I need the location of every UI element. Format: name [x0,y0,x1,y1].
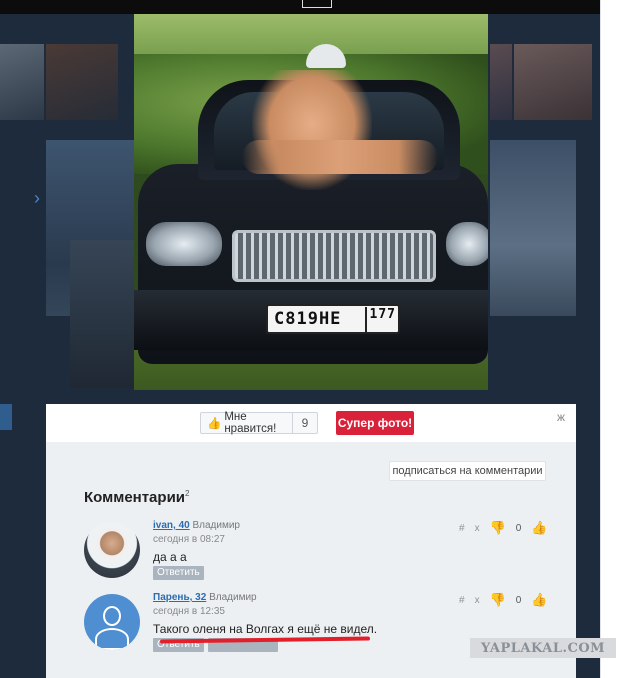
topbar-icon [302,0,332,8]
comment-tools: # x 👎 0 👍 [459,592,548,608]
background-side-tab [0,404,12,430]
background-slide [490,140,576,316]
comment-author-name: Владимир [209,592,257,603]
subscribe-comments-button[interactable]: подписаться на комментарии [389,461,546,481]
page-right-margin [600,0,640,678]
headlight-left [146,222,222,266]
like-button[interactable]: 👍 Мне нравится! 9 [200,411,318,435]
comment-time: сегодня в 12:35 [153,606,225,617]
thumbs-up-icon[interactable]: 👍 [531,520,547,536]
permalink-icon[interactable]: # [459,595,465,606]
delete-icon[interactable]: x [475,595,480,606]
comment-author-link[interactable]: ivan, 40 [153,520,190,531]
background-slide [70,240,136,388]
plate-number: С819НЕ [274,309,342,329]
comment-tools: # x 👎 0 👍 [459,520,548,536]
like-count: 9 [301,416,309,430]
comment-score: 0 [515,522,522,534]
like-label: Мне нравится! [224,411,277,435]
headlight-right [446,222,488,266]
thumbs-down-icon[interactable]: 👎 [490,520,506,536]
delete-icon[interactable]: x [475,523,480,534]
person-legs [242,140,438,174]
site-watermark: YAPLAKAL.COM [470,638,616,658]
chevron-left-icon: › [34,188,40,208]
background-thumbnail [46,44,118,120]
close-icon[interactable]: ж [557,410,565,424]
thumbs-down-icon[interactable]: 👎 [490,592,506,608]
comment-author-name: Владимир [192,520,240,531]
license-plate: С819НЕ 177 [266,304,400,334]
avatar[interactable] [84,594,140,650]
background-thumbnail [0,44,44,120]
reply-button[interactable]: Ответить [153,566,204,580]
default-avatar-body [95,628,129,650]
photo-actions-bar: 👍 Мне нравится! 9 Супер фото! ж [46,404,576,442]
comments-title: Комментарии2 [84,489,190,506]
avatar[interactable] [84,522,140,578]
background-thumbnail [514,44,592,120]
comments-count: 2 [185,489,190,498]
comment-time: сегодня в 08:27 [153,534,225,545]
comment-text: Такого оленя на Волгах я ещё не видел. [153,622,378,636]
car-grille [232,230,436,282]
comment-score: 0 [515,594,522,606]
default-avatar-head [103,606,121,626]
thumbs-up-icon[interactable]: 👍 [531,592,547,608]
top-bar [0,0,600,14]
super-photo-button[interactable]: Супер фото! [336,411,414,435]
permalink-icon[interactable]: # [459,523,465,534]
main-photo[interactable]: С819НЕ 177 [134,14,488,390]
background-thumbnail [490,44,512,120]
comment-text: да а а [153,550,187,564]
thumbs-up-icon: 👍 [207,418,222,430]
plate-region: 177 [364,307,396,333]
comment-author-link[interactable]: Парень, 32 [153,592,206,603]
